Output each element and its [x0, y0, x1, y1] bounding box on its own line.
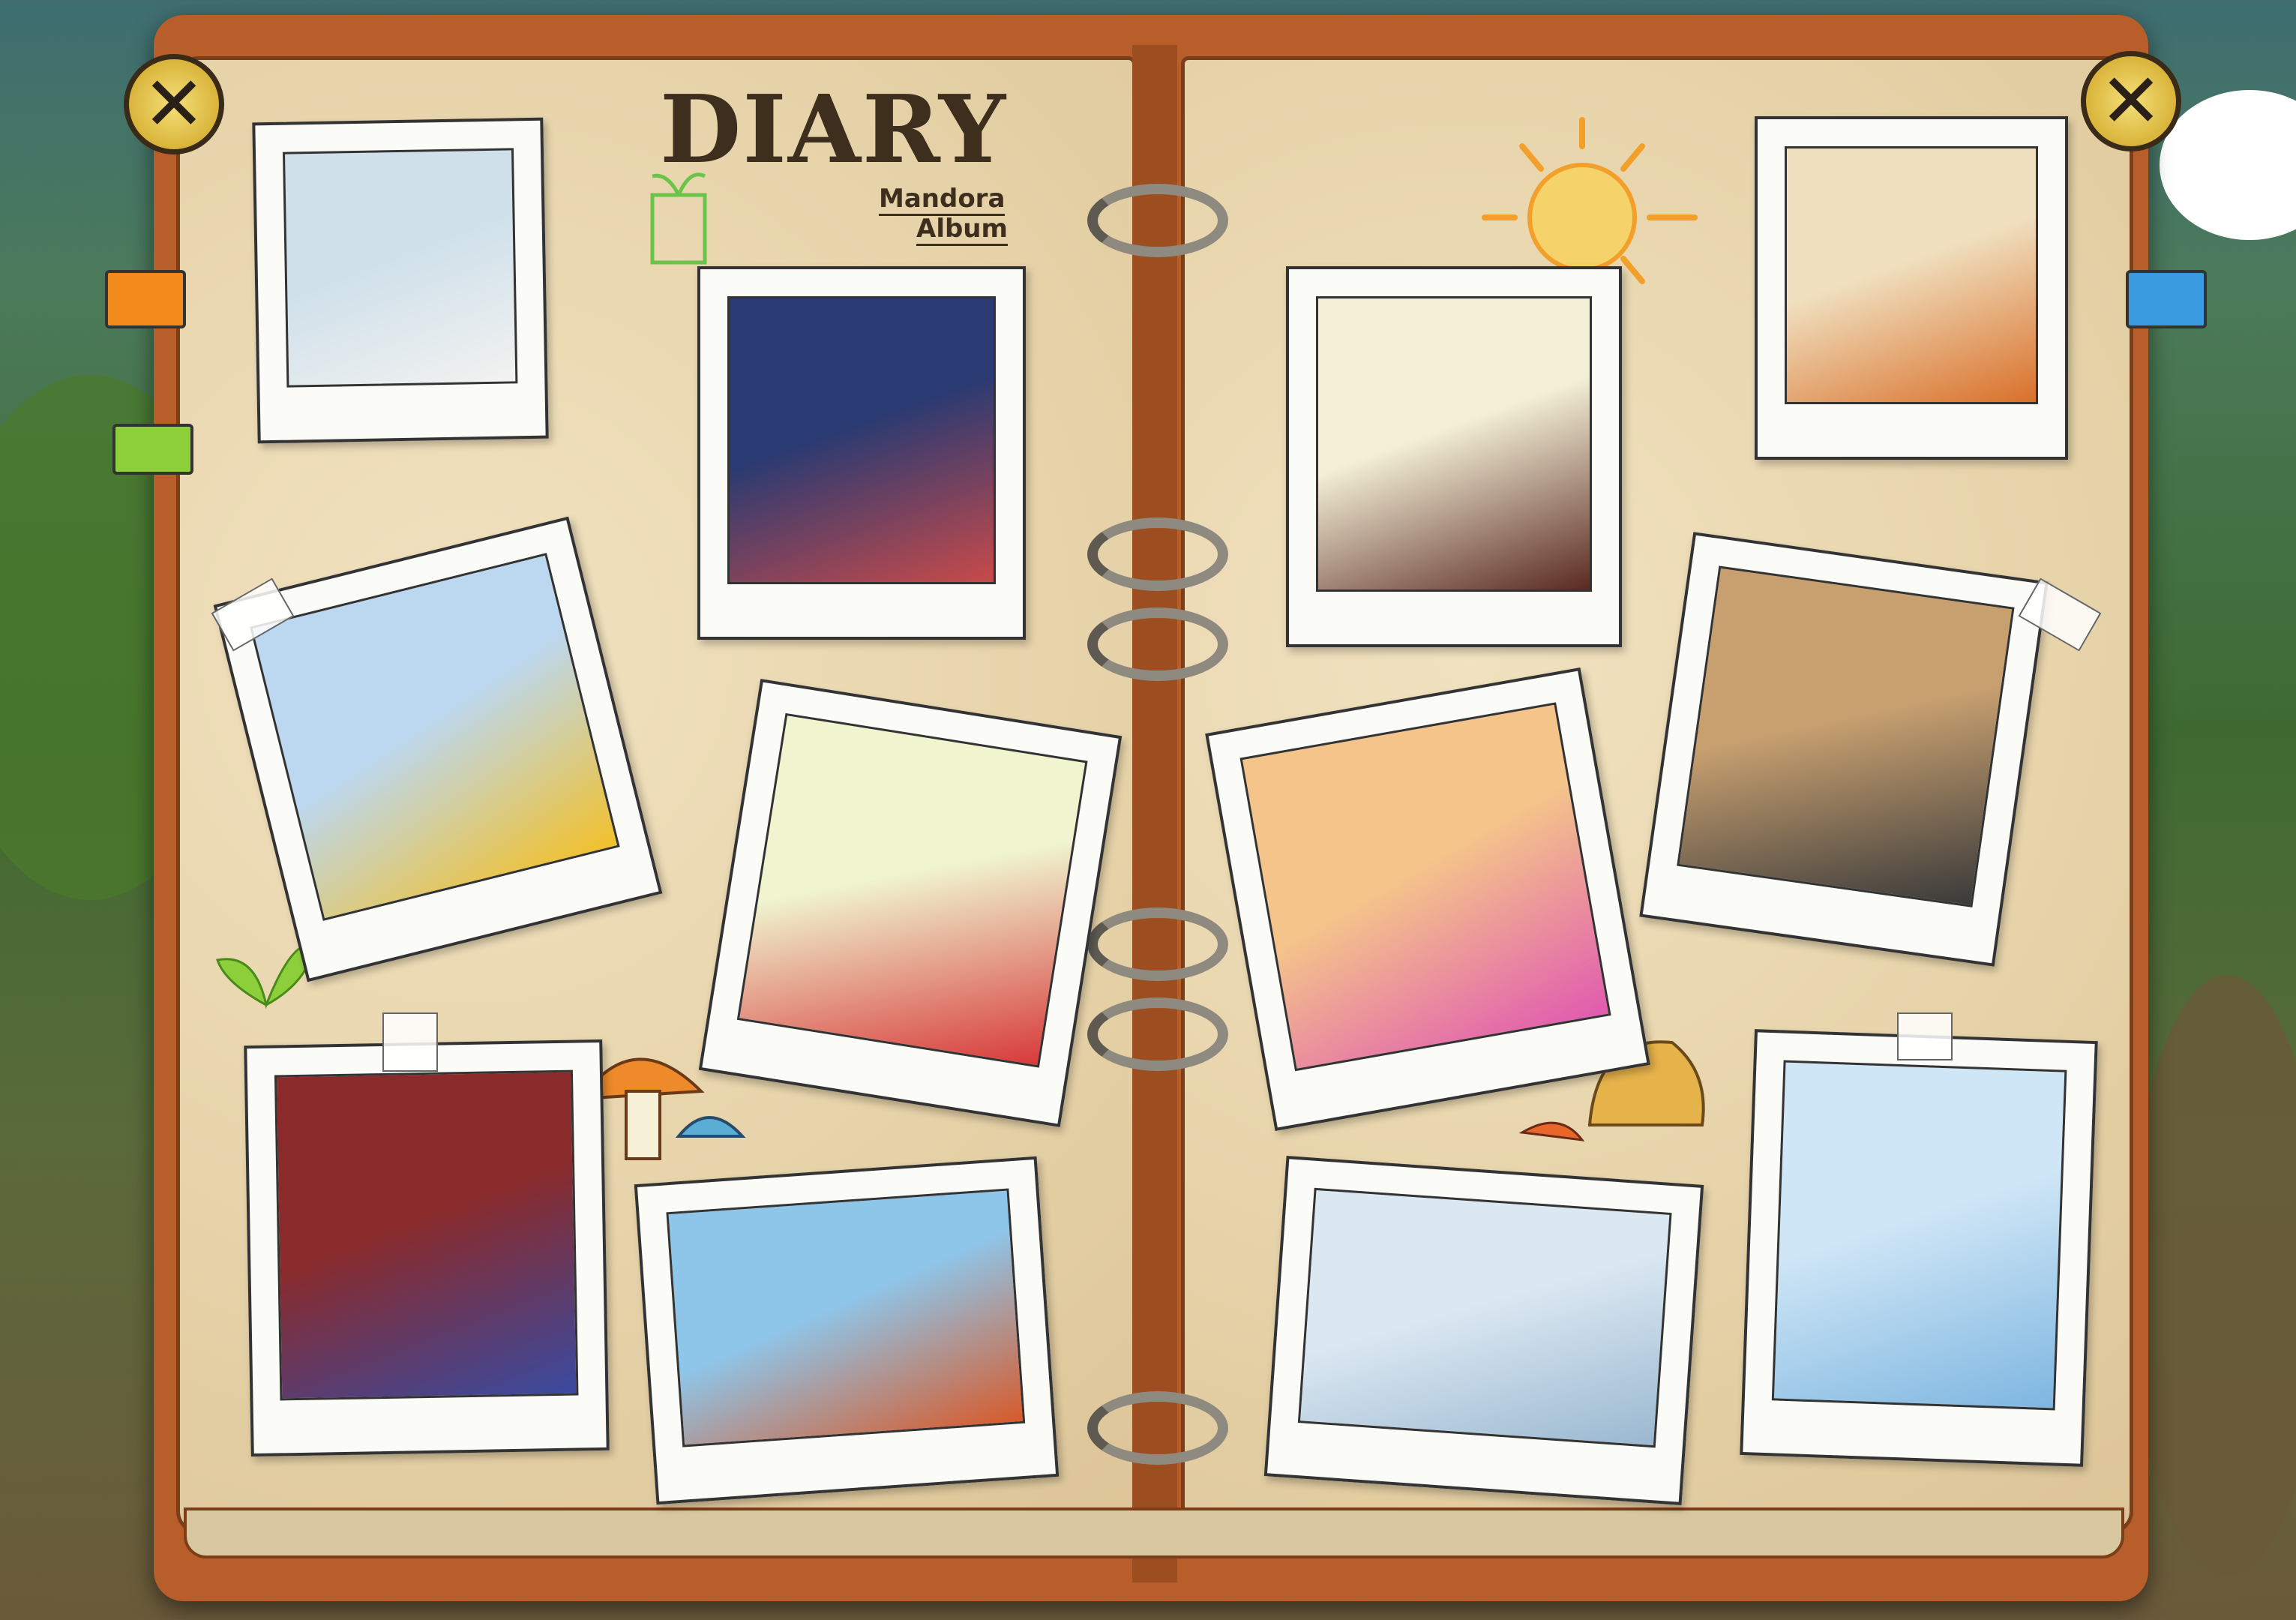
- photo-black-bear[interactable]: [1639, 532, 2049, 967]
- tab-orange[interactable]: [105, 270, 186, 328]
- binder-ring: [1087, 998, 1228, 1071]
- photo-image: [1316, 296, 1592, 592]
- photo-ice-yeti[interactable]: [1740, 1029, 2098, 1467]
- photo-image: [727, 296, 996, 584]
- photo-image: [250, 553, 620, 921]
- album-subtitle-line1: Mandora: [879, 184, 1006, 216]
- close-icon: ✕: [142, 60, 205, 148]
- page-edges: [184, 1508, 2124, 1558]
- photo-image: [1677, 566, 2015, 908]
- close-button-right[interactable]: ✕: [2081, 51, 2181, 152]
- photo-image: [736, 712, 1088, 1068]
- photo-image: [282, 148, 518, 388]
- photo-bat[interactable]: [697, 266, 1026, 640]
- photo-image: [1771, 1060, 2067, 1411]
- photo-hot-pot[interactable]: [1755, 116, 2068, 460]
- album-subtitle-line2: Album: [916, 214, 1008, 246]
- photo-ice-cream[interactable]: [1205, 667, 1650, 1132]
- tab-blue[interactable]: [2126, 270, 2207, 328]
- binder-ring: [1087, 1391, 1228, 1465]
- book-spine: [1132, 45, 1177, 1582]
- sun-icon: [1482, 117, 1698, 284]
- photo-frozen-mandoras[interactable]: [1263, 1156, 1704, 1505]
- photo-image: [274, 1070, 579, 1401]
- photo-tape: [382, 1012, 438, 1072]
- photo-tape: [1897, 1012, 1953, 1060]
- photo-plum-blossoms[interactable]: [698, 679, 1123, 1127]
- photo-parachuting[interactable]: [634, 1156, 1060, 1505]
- photo-karaoke[interactable]: [244, 1039, 610, 1457]
- photo-image: [1297, 1187, 1672, 1448]
- photo-red-bean-soup[interactable]: [1286, 266, 1622, 647]
- photo-image: [1239, 702, 1611, 1072]
- close-button-left[interactable]: ✕: [124, 54, 224, 154]
- binder-ring: [1087, 608, 1228, 681]
- binder-ring: [1087, 184, 1228, 257]
- background-tree: [2130, 975, 2296, 1575]
- photo-image: [1785, 146, 2038, 404]
- photo-image: [666, 1188, 1026, 1448]
- close-icon: ✕: [2100, 57, 2163, 145]
- binder-ring: [1087, 908, 1228, 981]
- photo-seal[interactable]: [252, 117, 549, 444]
- tab-green[interactable]: [112, 424, 193, 475]
- sprout-doodle: [650, 172, 707, 265]
- binder-ring: [1087, 518, 1228, 591]
